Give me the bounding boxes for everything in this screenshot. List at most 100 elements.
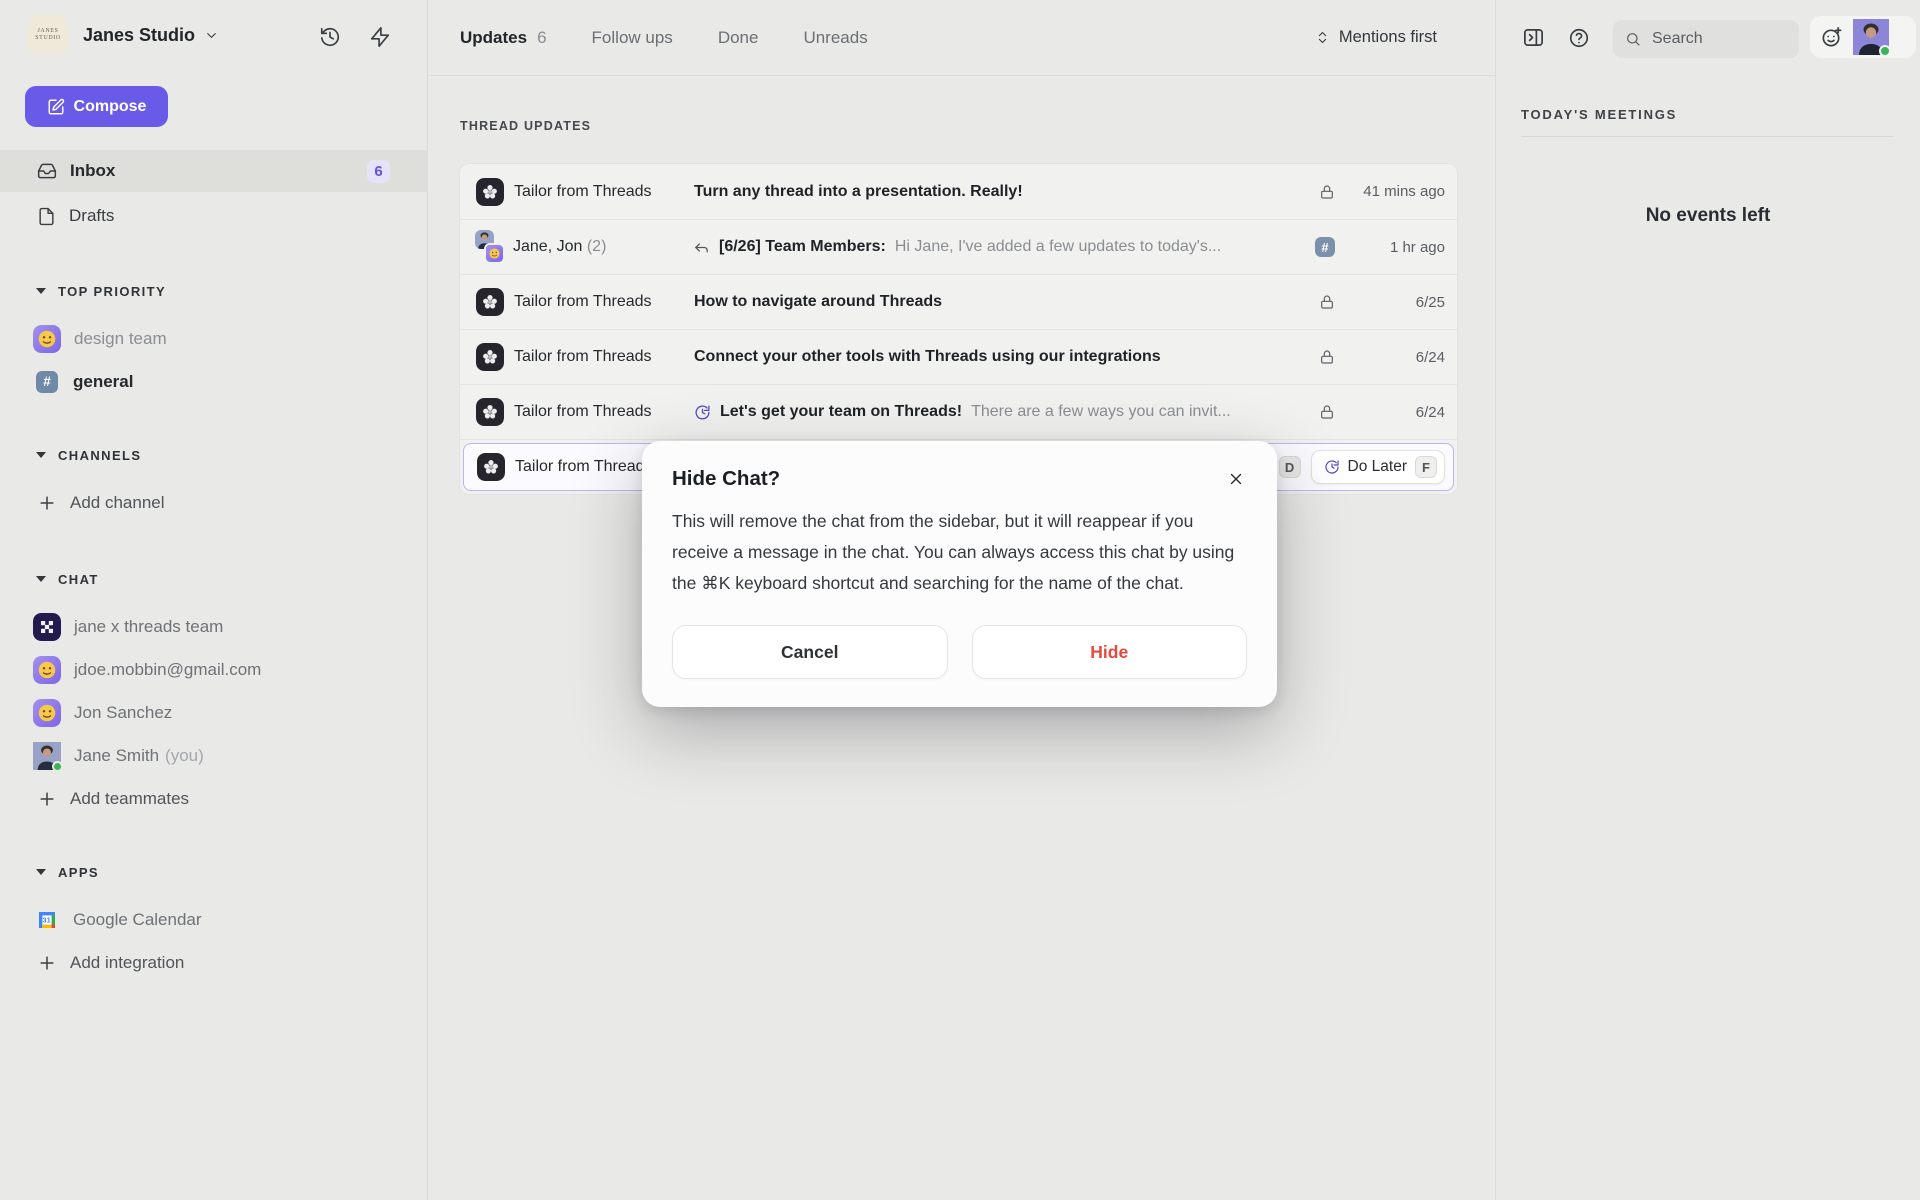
thread-row[interactable]: Jane, Jon (2) [6/26] Team Members: Hi Ja… (460, 219, 1457, 274)
thread-time: 41 mins ago (1359, 183, 1445, 200)
sidebar-item-label: Google Calendar (73, 910, 202, 930)
svg-text:31: 31 (42, 915, 50, 924)
hide-button[interactable]: Hide (972, 625, 1248, 679)
sidebar-item-jdoe-mobbin[interactable]: jdoe.mobbin@gmail.com (0, 648, 428, 691)
inbox-unread-badge: 6 (367, 160, 390, 183)
thread-title: Let's get your team on Threads! (720, 403, 962, 421)
thread-sender: Tailor from Threads (514, 348, 694, 366)
row-hover-actions: D Do Later F (1279, 450, 1445, 484)
sidebar-item-label: jdoe.mobbin@gmail.com (74, 660, 261, 680)
thread-title: Connect your other tools with Threads us… (694, 348, 1161, 366)
section-title: CHANNELS (58, 448, 141, 463)
thread-title: Turn any thread into a presentation. Rea… (694, 183, 1023, 201)
thread-title: How to navigate around Threads (694, 293, 942, 311)
do-later-shortcut-key: F (1415, 456, 1437, 478)
app-window: JANES STUDIO Janes Studio Compose Inbox (0, 0, 1920, 1200)
online-status-dot (1879, 45, 1891, 57)
cancel-button[interactable]: Cancel (672, 625, 948, 679)
tab-done[interactable]: Done (718, 28, 759, 48)
tab-follow-ups[interactable]: Follow ups (592, 28, 673, 48)
online-status-dot (52, 761, 63, 772)
section-header-apps[interactable]: APPS (0, 858, 428, 886)
sidebar-item-jon-sanchez[interactable]: Jon Sanchez (0, 691, 428, 734)
sidebar-item-add-integration[interactable]: Add integration (0, 941, 428, 984)
history-icon[interactable] (319, 26, 341, 48)
do-later-button[interactable]: Do Later F (1311, 450, 1445, 484)
do-later-clock-icon (1324, 459, 1340, 475)
todays-meetings-title: TODAY'S MEETINGS (1521, 107, 1677, 122)
compose-icon (47, 98, 65, 116)
lock-icon (1319, 404, 1335, 420)
sidebar-item-inbox[interactable]: Inbox 6 (0, 150, 428, 192)
search-box[interactable] (1613, 20, 1799, 58)
avatar (476, 288, 504, 316)
channel-hash-badge: # (1315, 237, 1335, 257)
compose-button[interactable]: Compose (25, 86, 168, 127)
thread-row[interactable]: Tailor from Threads How to navigate arou… (460, 274, 1457, 329)
tab-unreads[interactable]: Unreads (803, 28, 867, 48)
sidebar-item-add-teammates[interactable]: Add teammates (0, 777, 428, 820)
plus-icon (37, 789, 57, 809)
do-later-label: Do Later (1348, 458, 1407, 476)
plus-icon (37, 953, 57, 973)
thread-sender-count: (2) (587, 238, 607, 255)
tab-label: Updates (460, 28, 527, 48)
avatar (33, 699, 61, 727)
thread-sender: Tailor from Threads (514, 183, 694, 201)
section-title: CHAT (58, 572, 99, 587)
chevron-down-icon (204, 28, 219, 43)
thread-sender: Tailor from Threads (514, 403, 694, 421)
done-shortcut-key[interactable]: D (1279, 456, 1301, 478)
sidebar-item-label: Jon Sanchez (74, 703, 172, 723)
section-header-channels[interactable]: CHANNELS (0, 441, 428, 469)
thread-time: 6/24 (1359, 404, 1445, 421)
workspace-logo-text: JANES (37, 28, 58, 35)
triangle-down-icon (36, 576, 46, 582)
avatar-stack (475, 232, 505, 262)
avatar (33, 613, 61, 641)
thread-preview: Hi Jane, I've added a few updates to tod… (895, 238, 1221, 256)
no-events-message: No events left (1496, 205, 1920, 227)
thread-sender: Tailor from Threads (514, 293, 694, 311)
triangle-down-icon (36, 452, 46, 458)
close-icon[interactable] (1225, 468, 1247, 490)
inbox-tabs: Updates 6 Follow ups Done Unreads (460, 28, 868, 48)
sidebar-item-google-calendar[interactable]: 31 Google Calendar (0, 898, 428, 941)
tab-count: 6 (537, 28, 546, 48)
hash-channel-icon: # (36, 371, 58, 393)
user-avatar[interactable] (1853, 19, 1889, 55)
sidebar-item-label: general (73, 372, 133, 392)
sidebar-item-add-channel[interactable]: Add channel (0, 481, 428, 524)
lightning-icon[interactable] (369, 26, 391, 48)
draft-file-icon (37, 207, 56, 226)
do-later-clock-icon (694, 404, 711, 421)
sort-selector[interactable]: Mentions first (1315, 28, 1437, 47)
workspace-switcher[interactable]: JANES STUDIO Janes Studio (28, 15, 219, 55)
main-header: Updates 6 Follow ups Done Unreads Mentio… (428, 0, 1495, 76)
tab-label: Done (718, 28, 759, 48)
section-header-chat[interactable]: CHAT (0, 565, 428, 593)
workspace-name: Janes Studio (83, 25, 195, 46)
help-icon[interactable] (1568, 27, 1590, 49)
emoji-status-icon[interactable] (1820, 26, 1843, 49)
sidebar-item-label: jane x threads team (74, 617, 223, 637)
sidebar-item-label: Inbox (70, 161, 115, 181)
sidebar-item-jane-x-threads-team[interactable]: jane x threads team (0, 605, 428, 648)
sidebar-item-label: Add channel (70, 493, 165, 513)
thread-row[interactable]: Tailor from Threads Turn any thread into… (460, 164, 1457, 219)
tab-updates[interactable]: Updates 6 (460, 28, 547, 48)
sidebar-item-drafts[interactable]: Drafts (0, 194, 428, 238)
thread-row[interactable]: Tailor from Threads Let's get your team … (460, 384, 1457, 439)
sidebar-item-jane-smith[interactable]: Jane Smith (you) (0, 734, 428, 777)
sidebar-item-design-team[interactable]: design team (0, 317, 428, 360)
section-header-top-priority[interactable]: TOP PRIORITY (0, 277, 428, 305)
toggle-panel-icon[interactable] (1522, 26, 1545, 49)
search-input[interactable] (1650, 29, 1770, 49)
thread-row[interactable]: Tailor from Threads Connect your other t… (460, 329, 1457, 384)
sidebar-item-general[interactable]: # general (0, 360, 428, 403)
plus-icon (37, 493, 57, 513)
sidebar-item-label: design team (74, 329, 167, 349)
sidebar-item-label: Jane Smith (74, 746, 159, 766)
right-panel: TODAY'S MEETINGS No events left (1495, 0, 1920, 1200)
thread-time: 6/25 (1359, 294, 1445, 311)
